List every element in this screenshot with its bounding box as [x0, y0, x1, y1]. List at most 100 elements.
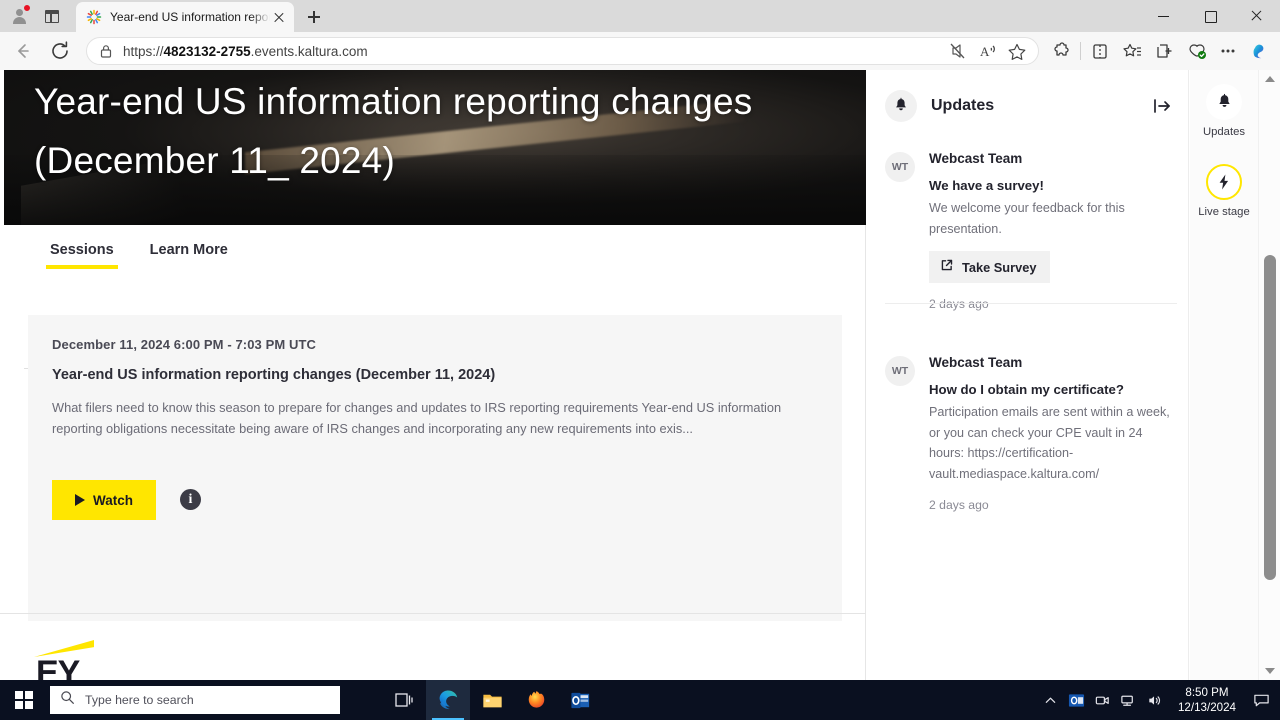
event-hero-banner: Year-end US information reporting change… [4, 70, 866, 225]
taskbar-clock[interactable]: 8:50 PM 12/13/2024 [1168, 685, 1246, 715]
info-icon[interactable]: i [180, 489, 201, 510]
rail-label-live-stage: Live stage [1198, 206, 1250, 218]
task-view-icon[interactable] [382, 680, 426, 720]
browser-essentials-icon[interactable] [1180, 36, 1212, 66]
volume-icon[interactable] [1142, 680, 1168, 720]
new-tab-button[interactable] [300, 3, 328, 31]
profile-notification-badge [23, 4, 31, 12]
close-icon[interactable] [270, 8, 288, 26]
rail-item-live-stage[interactable]: Live stage [1190, 164, 1258, 218]
mute-tab-icon[interactable] [942, 38, 972, 64]
split-screen-icon[interactable] [1084, 36, 1116, 66]
rail-label-updates: Updates [1202, 126, 1246, 138]
session-title: Year-end US information reporting change… [52, 367, 496, 383]
page-viewport: Year-end US information reporting change… [0, 70, 1280, 680]
main-content-column: Year-end US information reporting change… [0, 70, 866, 680]
updates-title: Updates [931, 97, 995, 114]
window-controls [1142, 0, 1280, 32]
minimize-button[interactable] [1142, 0, 1188, 32]
windows-start-icon[interactable] [0, 680, 48, 720]
browser-tab[interactable]: Year-end US information reportin [76, 2, 294, 32]
outlook-tray-icon[interactable] [1064, 680, 1090, 720]
watch-button-label: Watch [93, 492, 133, 508]
svg-text:A: A [980, 44, 990, 59]
update-timestamp: 2 days ago [929, 297, 989, 311]
tab-sessions[interactable]: Sessions [46, 242, 118, 269]
url-rest: .events.kaltura.com [250, 43, 368, 59]
outlook-icon[interactable] [558, 680, 602, 720]
address-bar[interactable]: https://4823132-2755.events.kaltura.com … [86, 37, 1039, 65]
favorites-icon[interactable] [1116, 36, 1148, 66]
window-close-button[interactable] [1234, 0, 1280, 32]
update-author: Webcast Team [929, 151, 1023, 166]
system-tray: 8:50 PM 12/13/2024 [1038, 680, 1280, 720]
ey-logo: EY [24, 640, 134, 680]
tab-learn-more[interactable]: Learn More [146, 242, 232, 269]
bell-icon [1206, 84, 1242, 120]
take-survey-button[interactable]: Take Survey [929, 251, 1051, 283]
tab-actions-button[interactable] [40, 4, 64, 28]
session-card: December 11, 2024 6:00 PM - 7:03 PM UTC … [28, 315, 842, 621]
clock-time: 8:50 PM [1185, 686, 1229, 699]
refresh-icon[interactable] [44, 35, 76, 67]
play-icon [75, 494, 85, 506]
url-prefix: https:// [123, 43, 164, 59]
url-text: https://4823132-2755.events.kaltura.com [123, 44, 368, 59]
collapse-panel-icon[interactable] [1150, 94, 1174, 118]
url-host-highlight: 4823132-2755 [163, 43, 251, 59]
settings-more-icon[interactable] [1212, 36, 1244, 66]
right-rail: Updates Live stage [1190, 70, 1258, 680]
session-time: December 11, 2024 6:00 PM - 7:03 PM UTC [52, 337, 317, 352]
lock-icon [97, 42, 115, 60]
update-subject: How do I obtain my certificate? [929, 382, 1124, 397]
avatar: WT [885, 152, 915, 182]
notifications-icon[interactable] [1246, 680, 1276, 720]
back-arrow-icon[interactable] [6, 35, 38, 67]
maximize-button[interactable] [1188, 0, 1234, 32]
update-timestamp: 2 days ago [929, 498, 989, 512]
lightning-bolt-icon [1206, 164, 1242, 200]
updates-divider [885, 303, 1177, 304]
toolbar-divider [1080, 42, 1081, 60]
updates-header: Updates [885, 82, 1174, 130]
watch-button[interactable]: Watch [52, 480, 156, 520]
titlebar-left-controls [0, 0, 64, 32]
camera-tray-icon[interactable] [1090, 680, 1116, 720]
favorite-star-icon[interactable] [1002, 38, 1032, 64]
browser-toolbar: https://4823132-2755.events.kaltura.com … [0, 32, 1280, 70]
taskbar-search-input[interactable]: Type here to search [50, 686, 340, 714]
vertical-tabs-icon [45, 9, 59, 23]
file-explorer-icon[interactable] [470, 680, 514, 720]
update-item: WT Webcast Team We have a survey! We wel… [885, 150, 1175, 311]
rail-item-updates[interactable]: Updates [1190, 84, 1258, 138]
update-body: Webcast Team How do I obtain my certific… [929, 354, 1175, 512]
session-description: What filers need to know this season to … [52, 400, 782, 436]
update-item: WT Webcast Team How do I obtain my certi… [885, 354, 1175, 512]
update-text: Participation emails are sent within a w… [929, 405, 1170, 481]
page-scrollbar[interactable] [1258, 70, 1280, 680]
scroll-down-icon[interactable] [1259, 662, 1280, 680]
edge-icon[interactable] [426, 680, 470, 720]
firefox-icon[interactable] [514, 680, 558, 720]
scroll-up-icon[interactable] [1259, 70, 1280, 88]
network-icon[interactable] [1116, 680, 1142, 720]
copilot-icon[interactable] [1244, 36, 1276, 66]
browser-toolbar-right [1045, 36, 1280, 66]
profile-avatar-button[interactable] [6, 3, 32, 29]
copilot-puzzle-icon[interactable] [1045, 36, 1077, 66]
page-tabs: Sessions Learn More [0, 225, 866, 269]
read-aloud-icon[interactable]: A [972, 38, 1002, 64]
clock-date: 12/13/2024 [1177, 701, 1236, 714]
scrollbar-thumb[interactable] [1264, 255, 1276, 580]
external-link-icon [940, 259, 953, 275]
ey-logo-text: EY [36, 654, 80, 680]
show-hidden-icons-chevron[interactable] [1038, 680, 1064, 720]
footer-divider [0, 613, 866, 614]
take-survey-label: Take Survey [962, 259, 1037, 275]
windows-taskbar: Type here to search 8:50 PM 12/13/2024 [0, 680, 1280, 720]
collections-icon[interactable] [1148, 36, 1180, 66]
avatar: WT [885, 356, 915, 386]
tab-title: Year-end US information reportin [110, 10, 270, 24]
bell-icon [885, 90, 917, 122]
update-body: Webcast Team We have a survey! We welcom… [929, 150, 1175, 311]
